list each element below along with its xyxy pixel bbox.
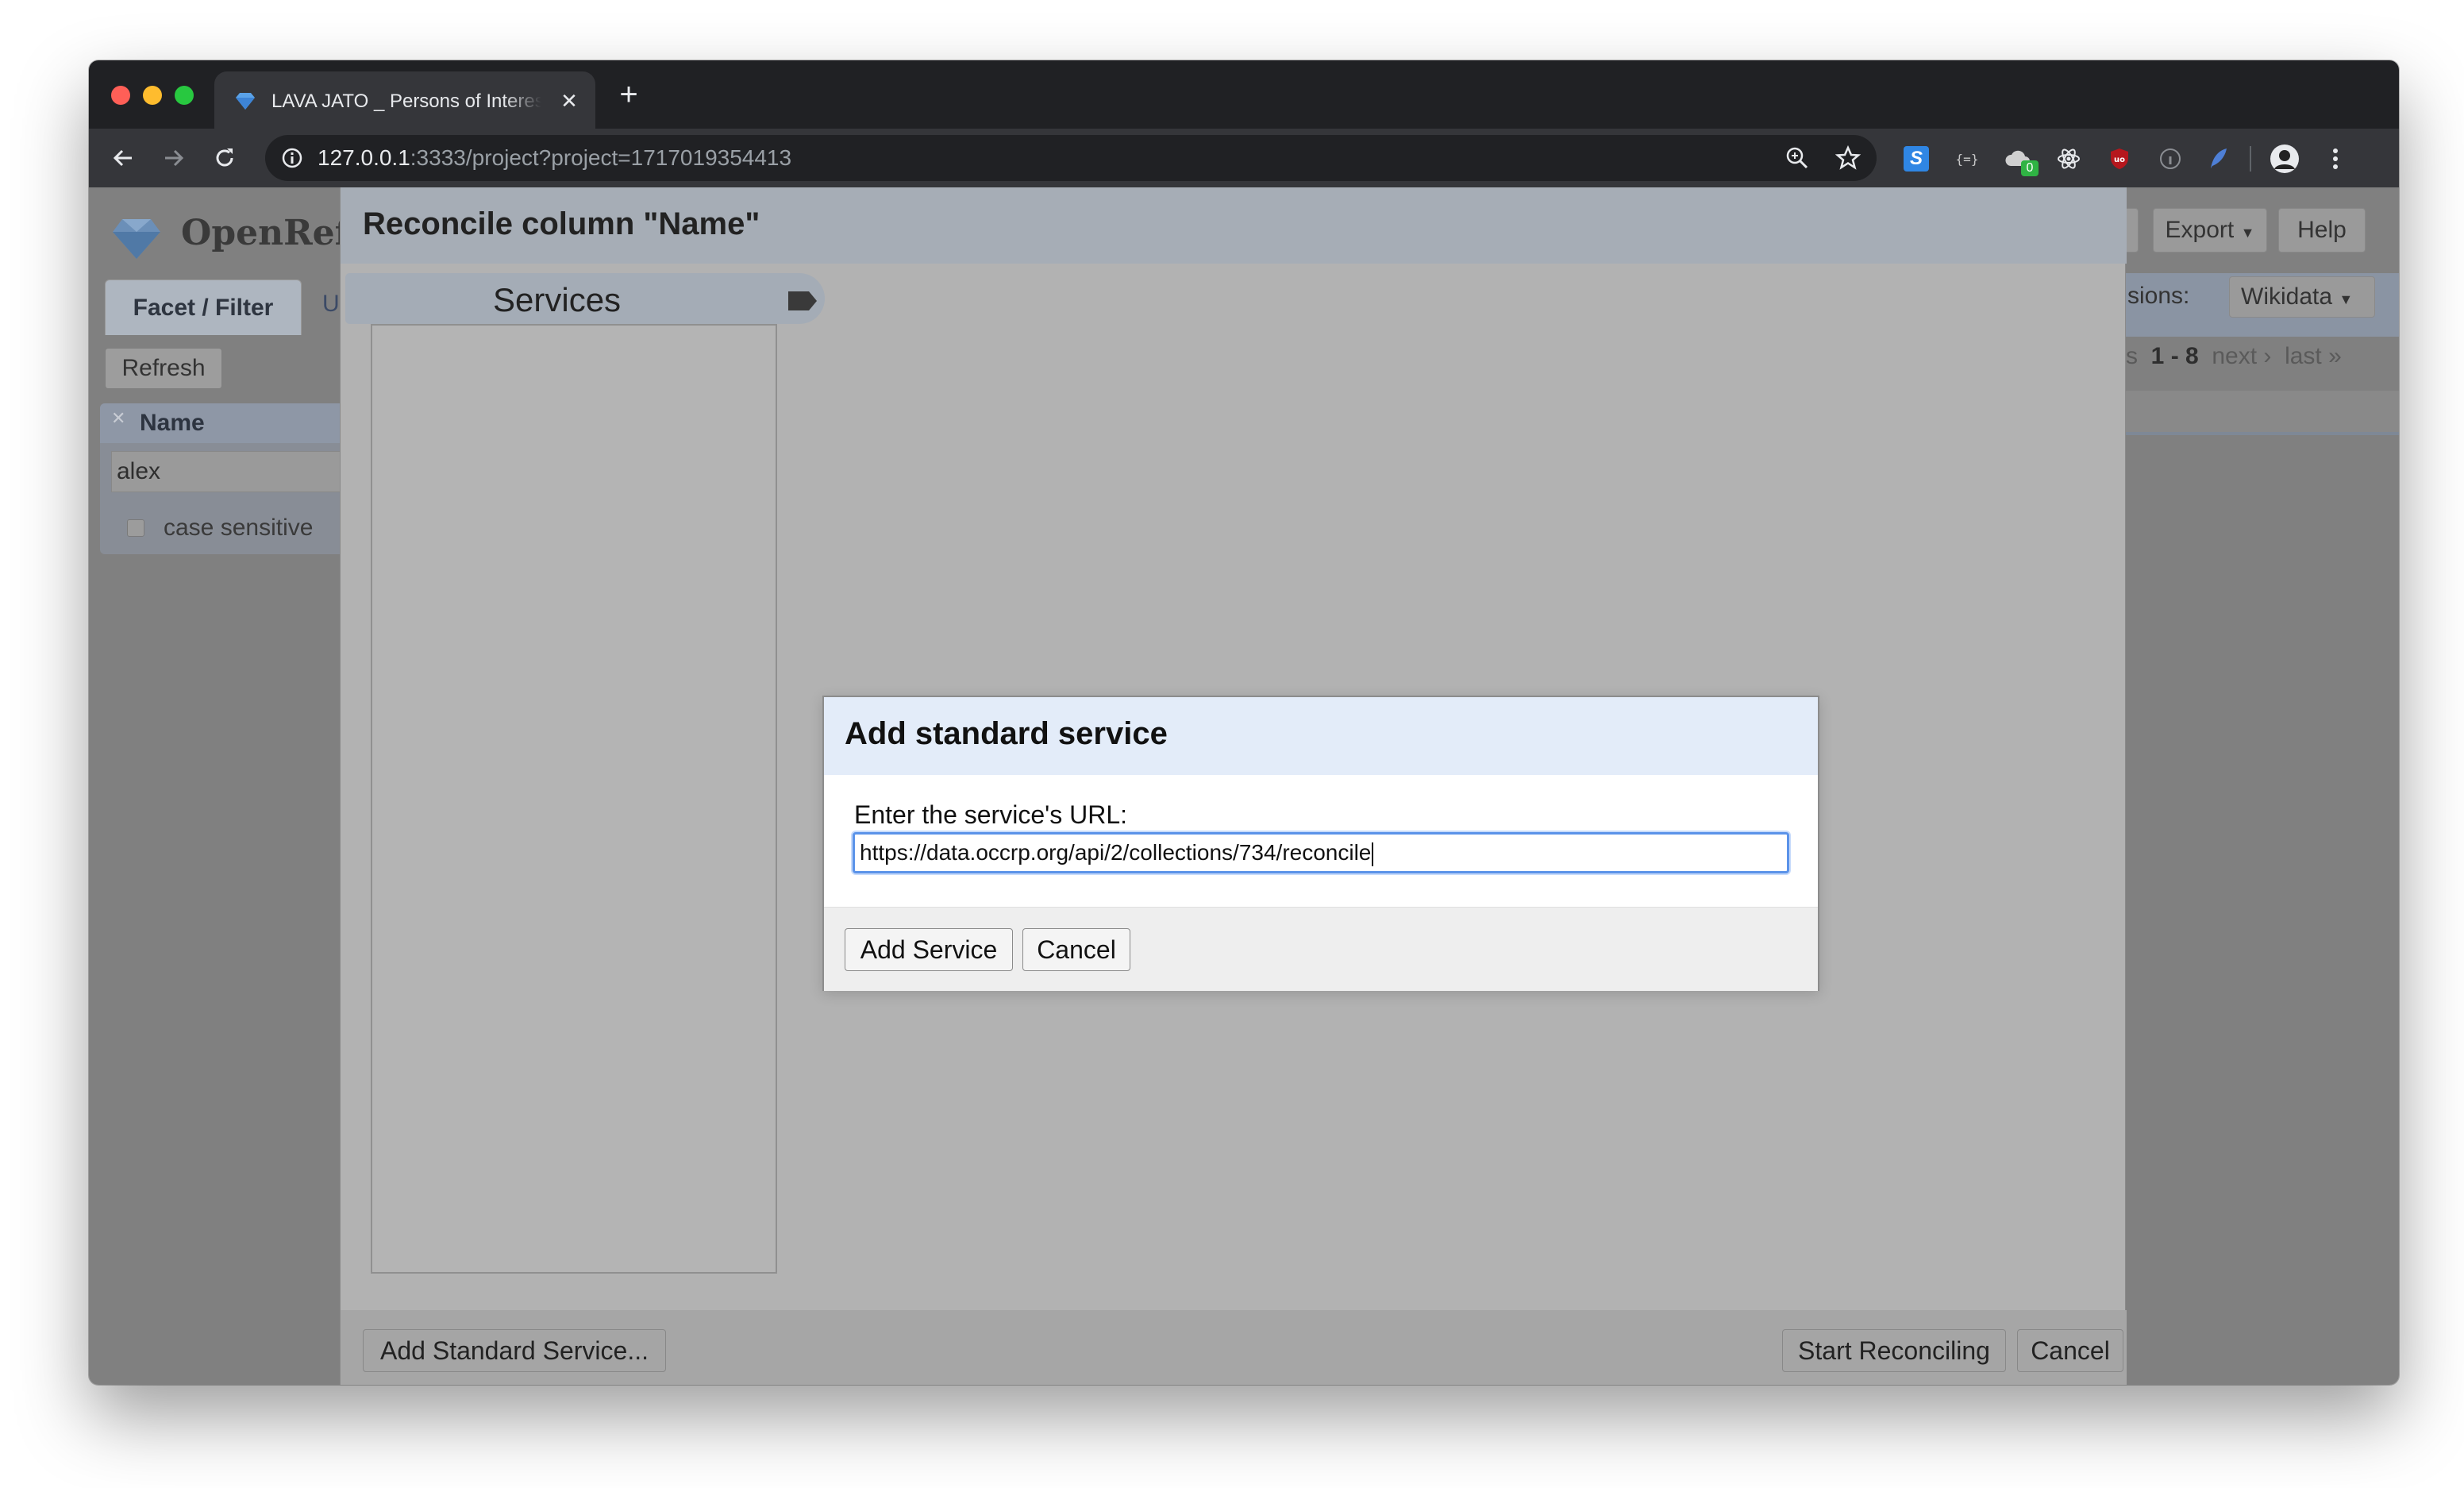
pager-range: 1 - 8 xyxy=(2150,343,2199,369)
browser-menu-button[interactable] xyxy=(2320,143,2351,175)
extension-badge-count: 0 xyxy=(2021,160,2039,176)
wikidata-menu-button[interactable]: Wikidata ▼ xyxy=(2229,276,2375,318)
refresh-button[interactable]: Refresh xyxy=(105,348,222,389)
add-service-button[interactable]: Add Service xyxy=(845,928,1013,971)
maximize-window-button[interactable] xyxy=(175,86,194,105)
start-reconciling-button[interactable]: Start Reconciling xyxy=(1782,1329,2006,1372)
svg-text:uo: uo xyxy=(2114,156,2125,164)
case-sensitive-label: case sensitive xyxy=(164,515,314,541)
kebab-menu-icon xyxy=(2333,148,2338,169)
url-host: 127.0.0.1 xyxy=(318,145,410,170)
open-button-edge[interactable] xyxy=(2126,208,2139,252)
reconcile-dialog-footer: Add Standard Service... Start Reconcilin… xyxy=(341,1310,2127,1385)
reload-icon xyxy=(216,148,233,167)
zoom-icon[interactable] xyxy=(1784,145,1810,171)
shield-icon: uo xyxy=(2111,148,2128,169)
add-service-cancel-button[interactable]: Cancel xyxy=(1022,928,1130,971)
add-standard-service-button[interactable]: Add Standard Service... xyxy=(363,1329,666,1372)
profile-avatar[interactable] xyxy=(2269,143,2300,175)
case-sensitive-checkbox[interactable] xyxy=(127,519,144,537)
services-list[interactable] xyxy=(371,324,777,1274)
text-caret xyxy=(1372,842,1374,866)
site-info-icon[interactable] xyxy=(281,147,303,169)
tab-strip: LAVA JATO _ Persons of Interest ✕ + xyxy=(89,60,2399,129)
service-url-label: Enter the service's URL: xyxy=(854,800,1128,829)
remove-facet-icon[interactable]: ✕ xyxy=(111,408,125,429)
facet-text-input[interactable]: alex xyxy=(111,451,349,492)
url-path: :3333/project?project=1717019354413 xyxy=(410,145,792,170)
tab-title: LAVA JATO _ Persons of Interest xyxy=(271,91,541,112)
tag-icon xyxy=(788,291,817,310)
openrefine-logo-icon xyxy=(113,219,160,259)
facet-title: Name xyxy=(140,410,205,436)
help-button[interactable]: Help xyxy=(2278,208,2366,252)
add-standard-service-dialog: Add standard service Enter the service's… xyxy=(822,696,1819,991)
tab-facet-filter[interactable]: Facet / Filter xyxy=(105,279,302,335)
reconcile-dialog-title: Reconcile column "Name" xyxy=(363,206,760,241)
app-logo-text: OpenRefi xyxy=(181,213,360,253)
openrefine-page: OpenRefi Facet / Filter U Refresh ✕ Name… xyxy=(89,187,2399,1385)
browser-tab[interactable]: LAVA JATO _ Persons of Interest ✕ xyxy=(214,71,595,129)
row-pager: s 1 - 8 next › last » xyxy=(2126,343,2342,370)
back-button[interactable] xyxy=(105,140,141,176)
services-label: Services xyxy=(493,281,622,318)
dropdown-caret-icon: ▼ xyxy=(2339,291,2354,307)
reconcile-cancel-button[interactable]: Cancel xyxy=(2017,1329,2123,1372)
avatar-icon xyxy=(2270,145,2299,173)
atom-icon xyxy=(2058,148,2080,169)
feather-icon xyxy=(2211,148,2227,168)
new-tab-button[interactable]: + xyxy=(613,79,645,111)
extension-json-icon[interactable]: {=} xyxy=(1951,143,1983,175)
export-label: Export xyxy=(2165,217,2235,243)
browser-toolbar: 127.0.0.1:3333/project?project=171701935… xyxy=(89,129,2399,187)
service-url-input[interactable]: https://data.occrp.org/api/2/collections… xyxy=(853,832,1789,873)
forward-button[interactable] xyxy=(156,140,192,176)
extension-feather-icon[interactable] xyxy=(2202,143,2234,175)
extension-info-icon[interactable] xyxy=(2154,143,2186,175)
react-devtools-icon[interactable] xyxy=(2053,143,2085,175)
ublock-icon[interactable]: uo xyxy=(2104,143,2135,175)
pager-last[interactable]: last » xyxy=(2285,343,2342,369)
pager-prefix: s xyxy=(2126,343,2138,369)
facet-header: ✕ Name xyxy=(100,403,354,443)
url-text: 127.0.0.1:3333/project?project=171701935… xyxy=(318,145,791,172)
add-service-dialog-title: Add standard service xyxy=(845,716,1168,751)
tab-undo-redo[interactable]: U xyxy=(322,291,340,318)
browser-window: LAVA JATO _ Persons of Interest ✕ + 127.… xyxy=(89,60,2399,1385)
add-service-dialog-footer: Add Service Cancel xyxy=(824,907,1818,991)
wikidata-label: Wikidata xyxy=(2241,283,2333,310)
name-facet: ✕ Name alex case sensitive xyxy=(100,403,354,554)
toolbar-divider xyxy=(2250,146,2251,172)
add-service-dialog-header: Add standard service xyxy=(824,697,1818,775)
back-arrow-icon xyxy=(113,149,132,167)
extension-badge-icon[interactable]: 0 xyxy=(2002,143,2039,176)
bookmark-star-icon[interactable] xyxy=(1835,145,1861,171)
extensions-label: sions: xyxy=(2127,283,2190,309)
circle-info-icon xyxy=(2160,148,2181,169)
pager-next[interactable]: next › xyxy=(2212,343,2271,369)
forward-arrow-icon xyxy=(165,149,184,167)
close-window-button[interactable] xyxy=(111,86,130,105)
openrefine-favicon-icon xyxy=(236,93,255,110)
service-url-value: https://data.occrp.org/api/2/collections… xyxy=(860,840,1372,865)
reload-button[interactable] xyxy=(206,140,243,176)
close-tab-icon[interactable]: ✕ xyxy=(557,89,581,113)
services-panel-header: Services xyxy=(345,273,825,324)
data-table-header xyxy=(2126,391,2399,435)
extension-s-icon[interactable]: S xyxy=(1900,143,1932,175)
minimize-window-button[interactable] xyxy=(143,86,162,105)
export-button[interactable]: Export ▼ xyxy=(2153,208,2267,252)
address-bar[interactable]: 127.0.0.1:3333/project?project=171701935… xyxy=(265,135,1877,181)
dropdown-caret-icon: ▼ xyxy=(2240,225,2255,241)
reconcile-dialog-header: Reconcile column "Name" xyxy=(341,187,2127,264)
